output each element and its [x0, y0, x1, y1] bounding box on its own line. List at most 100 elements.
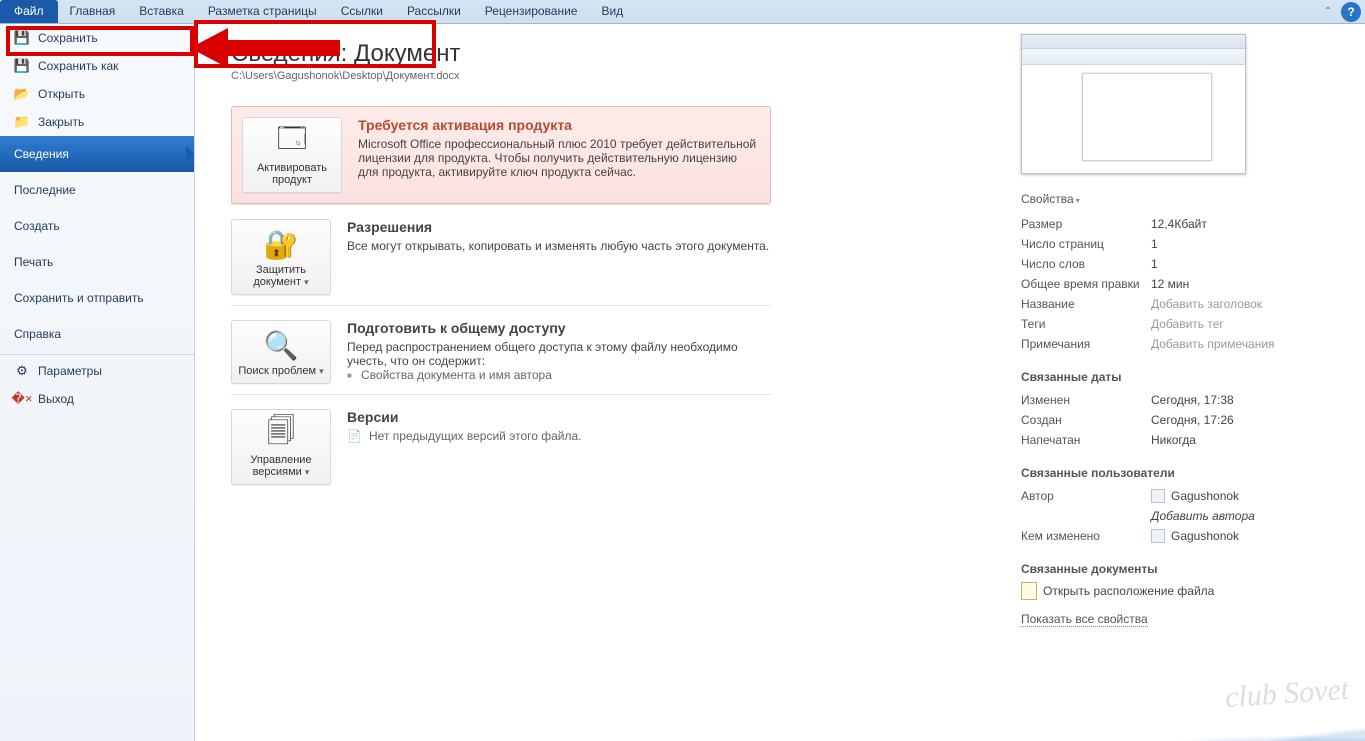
prop-value: 12 мин — [1151, 274, 1189, 294]
prop-placeholder[interactable]: Добавить примечания — [1151, 334, 1275, 354]
inspect-icon: 🔍 — [261, 329, 301, 361]
prop-placeholder[interactable]: Добавить заголовок — [1151, 294, 1262, 314]
related-people-heading: Связанные пользователи — [1021, 466, 1331, 480]
prop-value: 12,4Кбайт — [1151, 214, 1207, 234]
sidebar-label: Справка — [14, 327, 61, 341]
prop-key: Число слов — [1021, 254, 1151, 274]
prop-value: Сегодня, 17:38 — [1151, 390, 1234, 410]
manage-versions-button[interactable]: 🗐 Управление версиями ▾ — [231, 409, 331, 485]
properties-panel: Свойства▾ Размер12,4Кбайт Число страниц1… — [1021, 34, 1331, 627]
sidebar-new[interactable]: Создать — [0, 208, 194, 244]
document-thumbnail[interactable] — [1021, 34, 1246, 174]
sidebar-label: Создать — [14, 219, 60, 233]
activate-product-button[interactable]: 🗔 Активировать продукт — [242, 117, 342, 193]
versions-heading: Версии — [347, 409, 771, 425]
chevron-down-icon: ▾ — [304, 277, 309, 287]
sidebar-save-as[interactable]: 💾 Сохранить как — [0, 52, 194, 80]
folder-icon — [1021, 582, 1037, 600]
lock-icon: 🔐 — [261, 228, 301, 260]
prop-key: Автор — [1021, 486, 1151, 506]
sidebar-exit[interactable]: �× Выход — [0, 385, 194, 413]
sidebar-save[interactable]: 💾 Сохранить — [0, 24, 194, 52]
prop-value: Никогда — [1151, 430, 1196, 450]
check-issues-button[interactable]: 🔍 Поиск проблем ▾ — [231, 320, 331, 384]
tab-view[interactable]: Вид — [589, 0, 635, 23]
permissions-heading: Разрешения — [347, 219, 771, 235]
sidebar-label: Открыть — [38, 87, 85, 101]
prop-key: Примечания — [1021, 334, 1151, 354]
lastmod-value[interactable]: Gagushonok — [1151, 526, 1239, 546]
tab-mailings[interactable]: Рассылки — [395, 0, 473, 23]
save-as-icon: 💾 — [14, 58, 30, 74]
open-location-label: Открыть расположение файла — [1043, 584, 1214, 598]
sidebar-label: Сохранить — [38, 31, 98, 45]
sidebar-help[interactable]: Справка — [0, 316, 194, 352]
sidebar-label: Последние — [14, 183, 76, 197]
prop-key: Кем изменено — [1021, 526, 1151, 546]
permissions-body: Все могут открывать, копировать и изменя… — [347, 239, 771, 253]
tab-page-layout[interactable]: Разметка страницы — [196, 0, 329, 23]
tab-file[interactable]: Файл — [0, 0, 58, 23]
permissions-text: Разрешения Все могут открывать, копирова… — [347, 219, 771, 295]
sidebar-close[interactable]: 📁 Закрыть — [0, 108, 194, 136]
sidebar-info[interactable]: Сведения — [0, 136, 194, 172]
sidebar-label: Печать — [14, 255, 53, 269]
sidebar-label: Параметры — [38, 364, 102, 378]
prepare-text: Подготовить к общему доступу Перед распр… — [347, 320, 771, 384]
activate-icon: 🗔 — [272, 126, 312, 158]
sidebar-share[interactable]: Сохранить и отправить — [0, 280, 194, 316]
versions-text: Версии 📄 Нет предыдущих версий этого фай… — [347, 409, 771, 485]
activation-heading: Требуется активация продукта — [358, 117, 760, 133]
prop-key: Создан — [1021, 410, 1151, 430]
tab-home[interactable]: Главная — [58, 0, 128, 23]
prop-value: Сегодня, 17:26 — [1151, 410, 1234, 430]
exit-icon: �× — [14, 391, 30, 407]
button-label: Защитить документ — [253, 264, 306, 288]
properties-label: Свойства — [1021, 192, 1074, 206]
sidebar-recent[interactable]: Последние — [0, 172, 194, 208]
sidebar-open[interactable]: 📂 Открыть — [0, 80, 194, 108]
sidebar-separator — [0, 354, 194, 355]
sidebar-label: Сохранить как — [38, 59, 118, 73]
sidebar-label: Сведения — [14, 147, 69, 161]
prop-key: Изменен — [1021, 390, 1151, 410]
button-label: Управление версиями — [250, 454, 311, 478]
person-icon — [1151, 529, 1165, 543]
related-docs-heading: Связанные документы — [1021, 562, 1331, 576]
related-dates-heading: Связанные даты — [1021, 370, 1331, 384]
activation-text: Требуется активация продукта Microsoft O… — [358, 117, 760, 193]
protect-document-button[interactable]: 🔐 Защитить документ ▾ — [231, 219, 331, 295]
open-icon: 📂 — [14, 86, 30, 102]
show-all-properties-link[interactable]: Показать все свойства — [1021, 612, 1148, 627]
open-file-location[interactable]: Открыть расположение файла — [1021, 582, 1331, 600]
sidebar-label: Сохранить и отправить — [14, 291, 144, 305]
author-value[interactable]: Gagushonok — [1151, 486, 1239, 506]
sidebar-label: Закрыть — [38, 115, 84, 129]
chevron-down-icon: ▾ — [1076, 196, 1080, 205]
person-icon — [1151, 489, 1165, 503]
minimize-ribbon-icon[interactable]: ˆ — [1319, 0, 1337, 23]
add-author-link[interactable]: Добавить автора — [1151, 506, 1255, 526]
properties-dropdown[interactable]: Свойства▾ — [1021, 192, 1331, 206]
tab-review[interactable]: Рецензирование — [473, 0, 590, 23]
prop-key: Напечатан — [1021, 430, 1151, 450]
versions-icon: 🗐 — [261, 418, 301, 450]
prepare-section: 🔍 Поиск проблем ▾ Подготовить к общему д… — [231, 305, 771, 394]
tab-insert[interactable]: Вставка — [127, 0, 196, 23]
sidebar-print[interactable]: Печать — [0, 244, 194, 280]
chevron-down-icon: ▾ — [319, 366, 324, 376]
version-item-icon: 📄 — [347, 429, 363, 443]
tab-references[interactable]: Ссылки — [329, 0, 395, 23]
backstage-sidebar: 💾 Сохранить 💾 Сохранить как 📂 Открыть 📁 … — [0, 24, 195, 741]
prop-key: Теги — [1021, 314, 1151, 334]
button-label: Поиск проблем — [238, 365, 316, 377]
prop-placeholder[interactable]: Добавить тег — [1151, 314, 1224, 334]
ribbon-tabs: Файл Главная Вставка Разметка страницы С… — [0, 0, 1365, 24]
chevron-down-icon: ▾ — [305, 467, 310, 477]
prop-value: 1 — [1151, 234, 1158, 254]
prop-key: Общее время правки — [1021, 274, 1151, 294]
help-icon[interactable]: ? — [1341, 2, 1361, 22]
sidebar-options[interactable]: ⚙ Параметры — [0, 357, 194, 385]
versions-section: 🗐 Управление версиями ▾ Версии 📄 Нет пре… — [231, 394, 771, 495]
prop-value: 1 — [1151, 254, 1158, 274]
